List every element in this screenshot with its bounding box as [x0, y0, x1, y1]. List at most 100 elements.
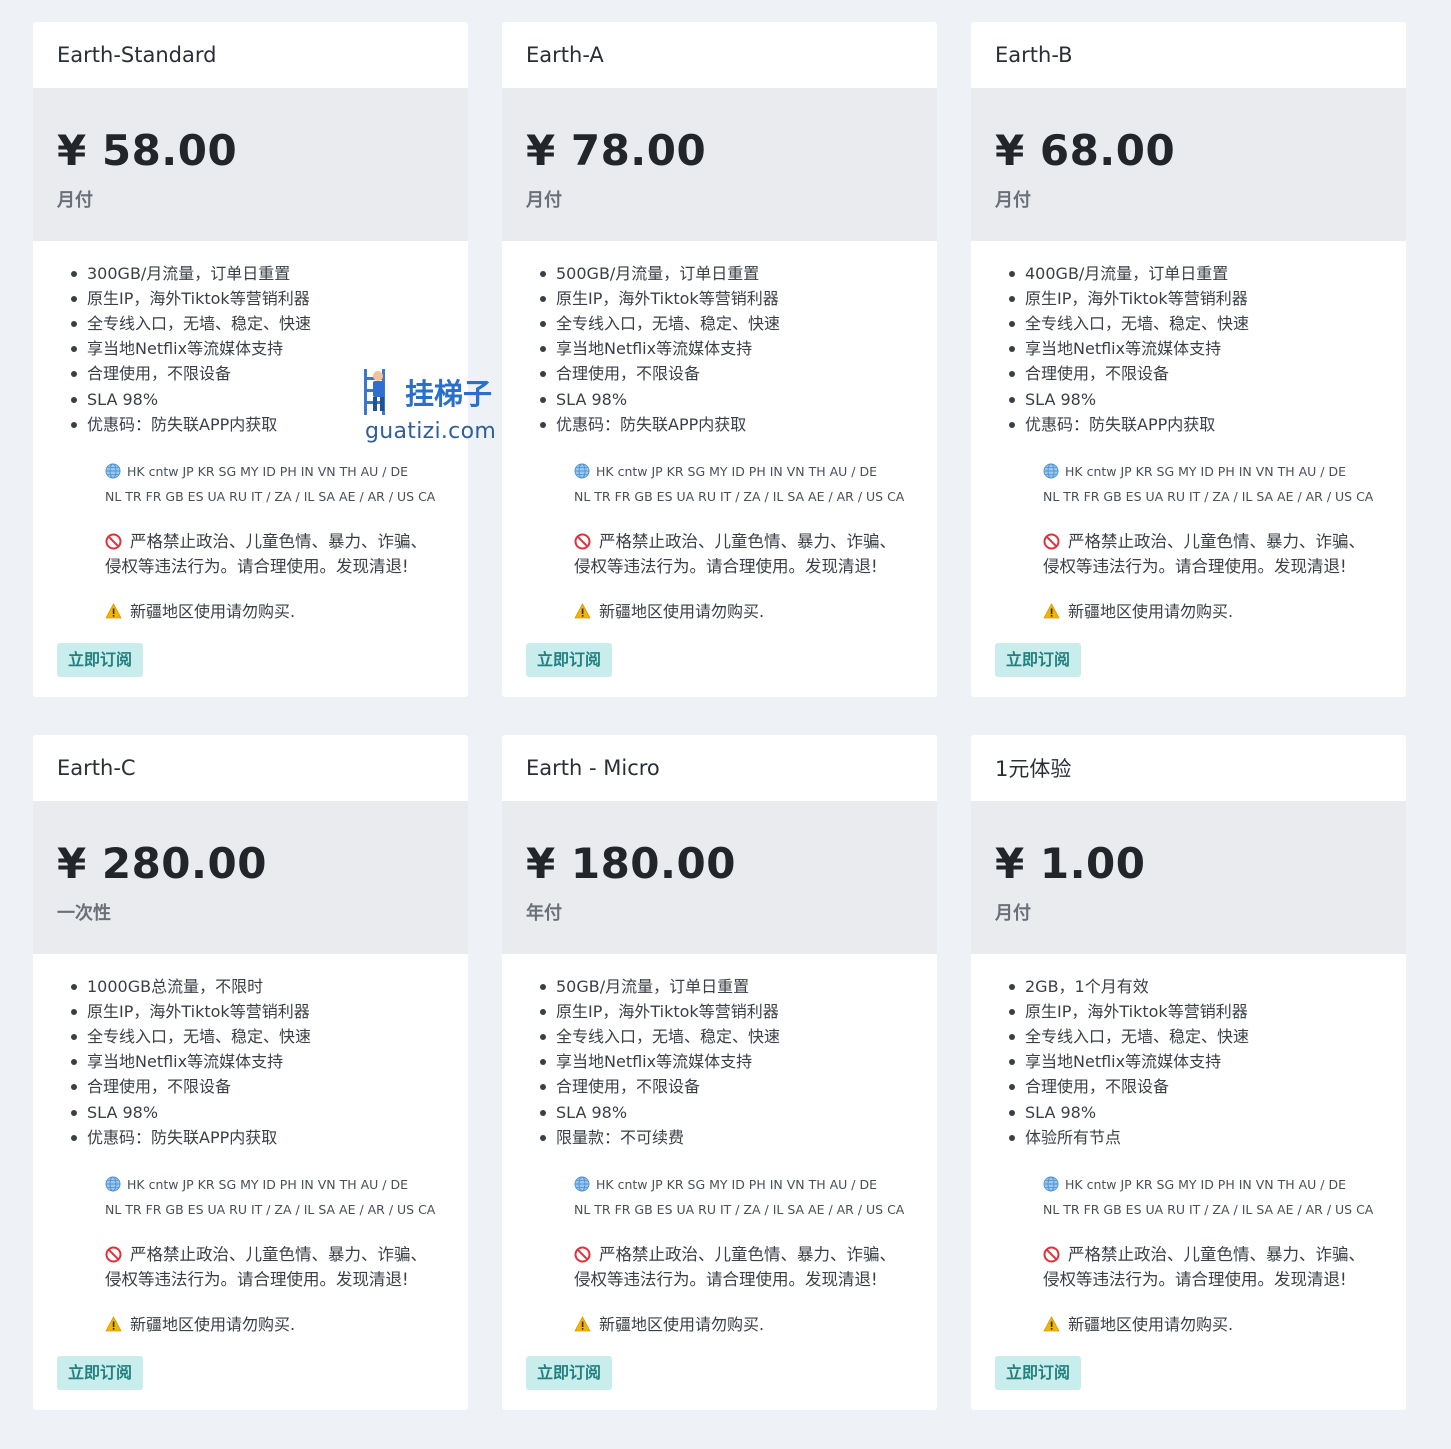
regions-text-2: NL TR FR GB ES UA RU IT / ZA / IL SA AE …	[105, 489, 436, 504]
plan-content: 2GB，1个月有效 原生IP，海外Tiktok等营销利器 全专线入口，无墙、稳定、快…	[971, 954, 1406, 1337]
region-warning: 新疆地区使用请勿购买.	[57, 1312, 444, 1337]
prohibited-icon	[1043, 533, 1060, 550]
prohibition-line-1: 严格禁止政治、儿童色情、暴力、诈骗、	[105, 1242, 444, 1267]
price-block: ¥ 280.00 一次性	[33, 800, 468, 954]
subscribe-button[interactable]: 立即订阅	[526, 643, 612, 677]
plan-card: Earth-B ¥ 68.00 月付 400GB/月流量，订单日重置 原生IP，海…	[971, 22, 1406, 697]
regions-line-2: NL TR FR GB ES UA RU IT / ZA / IL SA AE …	[574, 1197, 909, 1222]
plan-name: Earth-A	[502, 22, 937, 88]
prohibition-line-2: 侵权等违法行为。请合理使用。发现清退!	[105, 554, 444, 579]
region-warning-text: 新疆地区使用请勿购买.	[130, 1315, 296, 1334]
feature-item: SLA 98%	[540, 1100, 913, 1125]
warning-icon	[105, 603, 122, 619]
feature-item: 合理使用，不限设备	[1009, 361, 1382, 386]
regions-block: HK cntw JP KR SG MY ID PH IN VN TH AU / …	[526, 459, 913, 509]
feature-item: 体验所有节点	[1009, 1125, 1382, 1150]
regions-line-2: NL TR FR GB ES UA RU IT / ZA / IL SA AE …	[1043, 484, 1378, 509]
prohibition-line-2: 侵权等违法行为。请合理使用。发现清退!	[1043, 1267, 1382, 1292]
plan-period: 月付	[57, 189, 93, 211]
regions-line-2: NL TR FR GB ES UA RU IT / ZA / IL SA AE …	[574, 484, 909, 509]
prohibition-notice: 严格禁止政治、儿童色情、暴力、诈骗、 侵权等违法行为。请合理使用。发现清退!	[526, 529, 913, 579]
price-block: ¥ 58.00 月付	[33, 87, 468, 241]
plan-name-text: Earth - Micro	[526, 755, 660, 780]
prohibition-notice: 严格禁止政治、儿童色情、暴力、诈骗、 侵权等违法行为。请合理使用。发现清退!	[57, 1242, 444, 1292]
prohibition-line-1: 严格禁止政治、儿童色情、暴力、诈骗、	[1043, 1242, 1382, 1267]
regions-text-2: NL TR FR GB ES UA RU IT / ZA / IL SA AE …	[1043, 1202, 1374, 1217]
feature-item: 1000GB总流量，不限时	[71, 974, 444, 999]
prohibition-line-1: 严格禁止政治、儿童色情、暴力、诈骗、	[1043, 529, 1382, 554]
feature-item: 优惠码：防失联APP内获取	[1009, 412, 1382, 437]
regions-block: HK cntw JP KR SG MY ID PH IN VN TH AU / …	[995, 1172, 1382, 1222]
prohibition-text-2: 侵权等违法行为。请合理使用。发现清退!	[574, 557, 878, 576]
watermark-title: 挂梯子	[405, 377, 493, 411]
feature-item: 合理使用，不限设备	[1009, 1074, 1382, 1099]
plan-name-text: 1元体验	[995, 756, 1072, 781]
globe-icon	[1043, 1176, 1059, 1192]
price-block: ¥ 1.00 月付	[971, 800, 1406, 954]
prohibition-text-2: 侵权等违法行为。请合理使用。发现清退!	[1043, 557, 1347, 576]
prohibition-text-1: 严格禁止政治、儿童色情、暴力、诈骗、	[599, 532, 896, 551]
plan-price: ¥ 1.00	[995, 838, 1146, 888]
plan-period: 一次性	[57, 902, 111, 924]
feature-item: SLA 98%	[540, 387, 913, 412]
prohibited-icon	[105, 1246, 122, 1263]
feature-item: 400GB/月流量，订单日重置	[1009, 261, 1382, 286]
plans-grid: Earth-Standard ¥ 58.00 月付 300GB/月流量，订单日重…	[33, 22, 1406, 1410]
globe-icon	[1043, 463, 1059, 479]
plan-content: 500GB/月流量，订单日重置 原生IP，海外Tiktok等营销利器 全专线入口，无…	[502, 241, 937, 624]
feature-item: 享当地Netflix等流媒体支持	[71, 336, 444, 361]
regions-block: HK cntw JP KR SG MY ID PH IN VN TH AU / …	[995, 459, 1382, 509]
globe-icon	[574, 463, 590, 479]
feature-item: SLA 98%	[1009, 1100, 1382, 1125]
feature-item: 限量款：不可续费	[540, 1125, 913, 1150]
prohibition-line-2: 侵权等违法行为。请合理使用。发现清退!	[574, 554, 913, 579]
prohibition-text-2: 侵权等违法行为。请合理使用。发现清退!	[574, 1270, 878, 1289]
plan-name-text: Earth-Standard	[57, 42, 217, 67]
feature-item: 原生IP，海外Tiktok等营销利器	[540, 999, 913, 1024]
subscribe-button[interactable]: 立即订阅	[995, 643, 1081, 677]
prohibition-text-2: 侵权等违法行为。请合理使用。发现清退!	[105, 557, 409, 576]
region-warning: 新疆地区使用请勿购买.	[57, 599, 444, 624]
feature-item: 享当地Netflix等流媒体支持	[540, 1049, 913, 1074]
feature-item: 2GB，1个月有效	[1009, 974, 1382, 999]
plan-name: Earth - Micro	[502, 735, 937, 801]
feature-item: 原生IP，海外Tiktok等营销利器	[71, 999, 444, 1024]
prohibition-text-1: 严格禁止政治、儿童色情、暴力、诈骗、	[1068, 1245, 1365, 1264]
prohibition-line-2: 侵权等违法行为。请合理使用。发现清退!	[1043, 554, 1382, 579]
prohibition-notice: 严格禁止政治、儿童色情、暴力、诈骗、 侵权等违法行为。请合理使用。发现清退!	[995, 529, 1382, 579]
region-warning: 新疆地区使用请勿购买.	[995, 599, 1382, 624]
warning-icon	[1043, 603, 1060, 619]
watermark-logo: 挂梯子 guatizi.com	[360, 365, 505, 447]
subscribe-button[interactable]: 立即订阅	[526, 1356, 612, 1390]
prohibition-notice: 严格禁止政治、儿童色情、暴力、诈骗、 侵权等违法行为。请合理使用。发现清退!	[526, 1242, 913, 1292]
subscribe-button[interactable]: 立即订阅	[57, 1356, 143, 1390]
prohibited-icon	[105, 533, 122, 550]
watermark-url: guatizi.com	[365, 419, 497, 444]
price-block: ¥ 78.00 月付	[502, 87, 937, 241]
subscribe-button[interactable]: 立即订阅	[57, 643, 143, 677]
subscribe-button[interactable]: 立即订阅	[995, 1356, 1081, 1390]
prohibition-notice: 严格禁止政治、儿童色情、暴力、诈骗、 侵权等违法行为。请合理使用。发现清退!	[57, 529, 444, 579]
prohibition-line-2: 侵权等违法行为。请合理使用。发现清退!	[574, 1267, 913, 1292]
region-warning: 新疆地区使用请勿购买.	[995, 1312, 1382, 1337]
regions-block: HK cntw JP KR SG MY ID PH IN VN TH AU / …	[526, 1172, 913, 1222]
regions-text-2: NL TR FR GB ES UA RU IT / ZA / IL SA AE …	[574, 1202, 905, 1217]
plan-period: 月付	[995, 189, 1031, 211]
feature-item: 享当地Netflix等流媒体支持	[1009, 1049, 1382, 1074]
region-warning: 新疆地区使用请勿购买.	[526, 599, 913, 624]
region-warning-text: 新疆地区使用请勿购买.	[599, 602, 765, 621]
feature-item: 300GB/月流量，订单日重置	[71, 261, 444, 286]
prohibition-text-2: 侵权等违法行为。请合理使用。发现清退!	[1043, 1270, 1347, 1289]
price-block: ¥ 180.00 年付	[502, 800, 937, 954]
ladder-worker-icon	[364, 369, 385, 415]
feature-item: 全专线入口，无墙、稳定、快速	[71, 311, 444, 336]
plan-name-text: Earth-A	[526, 42, 604, 67]
plan-card: 1元体验 ¥ 1.00 月付 2GB，1个月有效 原生IP，海外Tiktok等营销…	[971, 735, 1406, 1410]
feature-item: 享当地Netflix等流媒体支持	[540, 336, 913, 361]
plan-footer: 立即订阅	[502, 624, 937, 697]
feature-item: 原生IP，海外Tiktok等营销利器	[540, 286, 913, 311]
plan-footer: 立即订阅	[33, 624, 468, 697]
plan-price: ¥ 68.00	[995, 125, 1176, 175]
regions-line-1: HK cntw JP KR SG MY ID PH IN VN TH AU / …	[105, 459, 440, 484]
feature-list: 50GB/月流量，订单日重置 原生IP，海外Tiktok等营销利器 全专线入口，无墙…	[526, 974, 913, 1150]
